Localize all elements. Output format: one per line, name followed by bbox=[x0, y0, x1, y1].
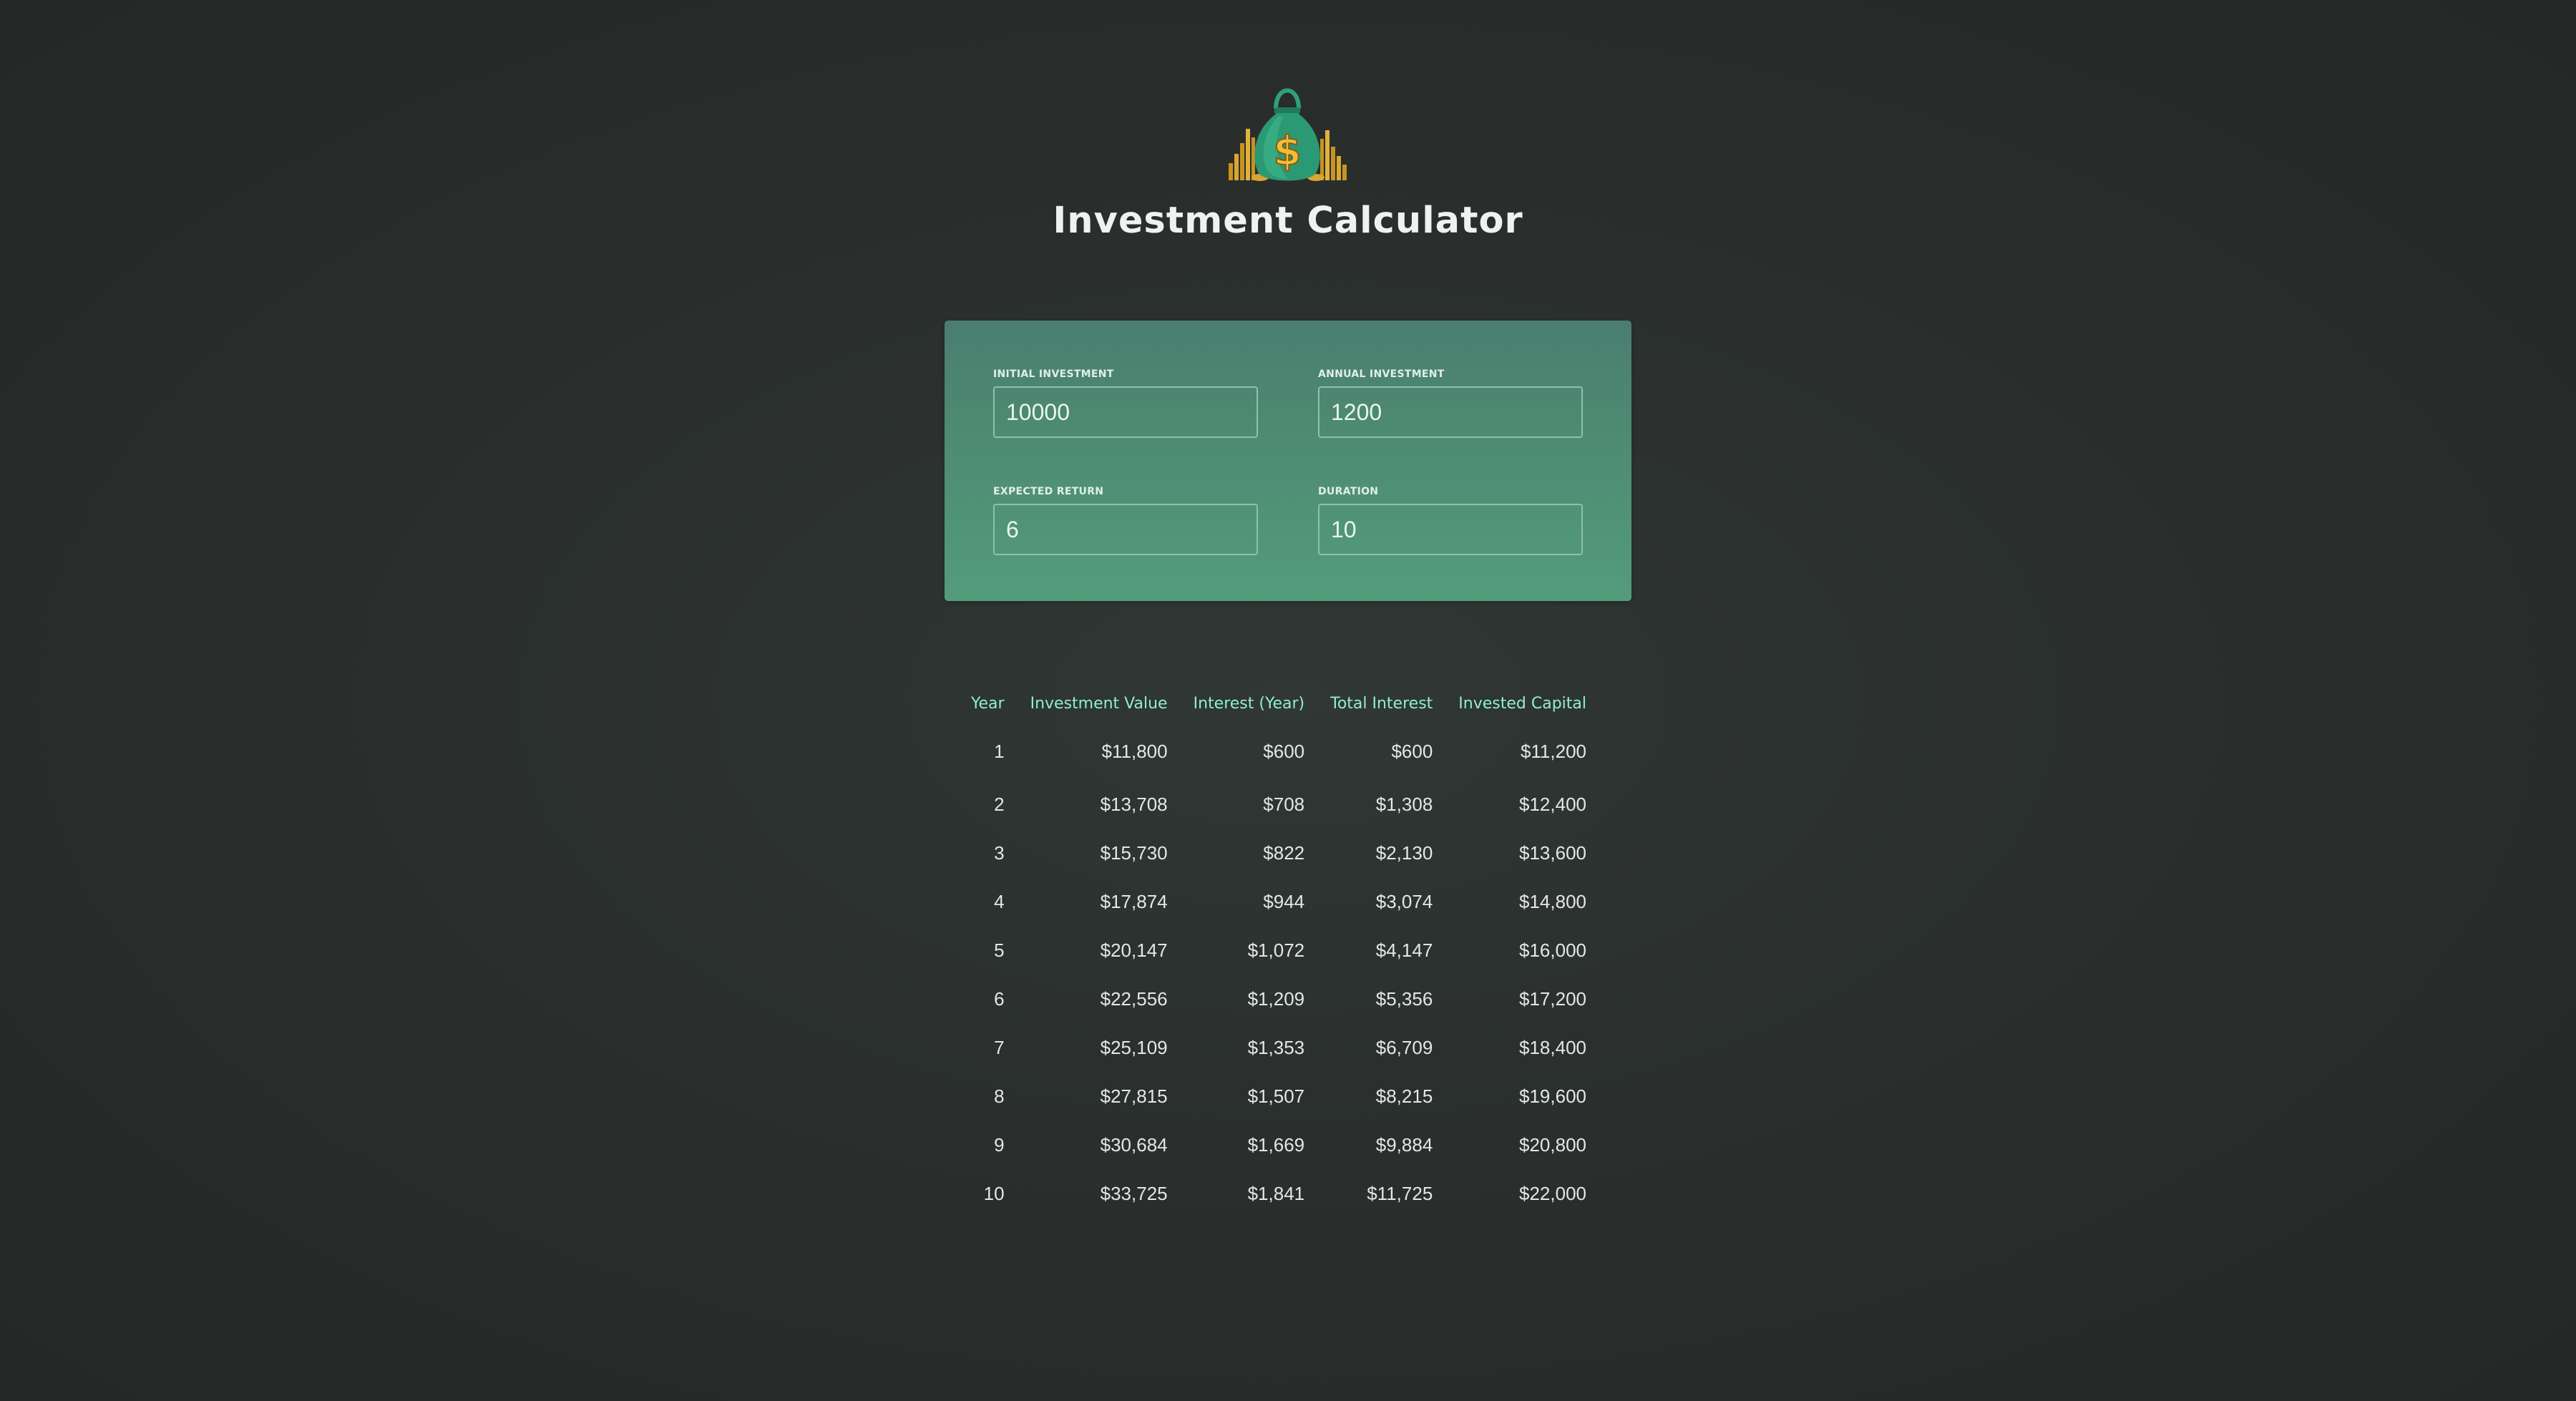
results-table: Year Investment Value Interest (Year) To… bbox=[971, 684, 1586, 1218]
year-cell: 9 bbox=[994, 1133, 1005, 1156]
invested-capital-cell: $19,600 bbox=[1519, 1085, 1586, 1107]
interest-year-cell: $600 bbox=[1263, 740, 1305, 762]
column-header-investment-value: Investment Value bbox=[1030, 694, 1168, 713]
table-row: 2 $13,708 $708 $1,308 $12,400 bbox=[971, 780, 1586, 829]
initial-investment-label: INITIAL INVESTMENT bbox=[993, 368, 1114, 380]
results-table-head: Year Investment Value Interest (Year) To… bbox=[971, 684, 1586, 723]
total-interest-cell: $11,725 bbox=[1367, 1182, 1433, 1204]
column-header-year: Year bbox=[971, 694, 1005, 713]
table-row: 9 $30,684 $1,669 $9,884 $20,800 bbox=[971, 1121, 1586, 1169]
table-row: 1 $11,800 $600 $600 $11,200 bbox=[971, 723, 1586, 780]
initial-investment-field: INITIAL INVESTMENT bbox=[993, 368, 1258, 438]
invested-capital-cell: $12,400 bbox=[1519, 793, 1586, 815]
invested-capital-cell: $20,800 bbox=[1519, 1133, 1586, 1156]
total-interest-cell: $5,356 bbox=[1375, 987, 1433, 1010]
svg-text:$: $ bbox=[1274, 128, 1302, 175]
year-cell: 1 bbox=[994, 740, 1005, 762]
annual-investment-label: ANNUAL INVESTMENT bbox=[1318, 368, 1445, 380]
investment-value-cell: $11,800 bbox=[1101, 740, 1168, 762]
investment-value-cell: $22,556 bbox=[1100, 987, 1168, 1010]
expected-return-field: EXPECTED RETURN bbox=[993, 485, 1258, 555]
interest-year-cell: $1,353 bbox=[1247, 1036, 1305, 1058]
annual-investment-input[interactable] bbox=[1318, 386, 1583, 438]
year-cell: 8 bbox=[994, 1085, 1005, 1107]
table-header-row: Year Investment Value Interest (Year) To… bbox=[971, 684, 1586, 723]
total-interest-cell: $9,884 bbox=[1375, 1133, 1433, 1156]
duration-input[interactable] bbox=[1318, 504, 1583, 555]
invested-capital-cell: $17,200 bbox=[1519, 987, 1586, 1010]
column-header-total-interest: Total Interest bbox=[1330, 694, 1433, 713]
invested-capital-cell: $14,800 bbox=[1519, 890, 1586, 912]
invested-capital-cell: $11,200 bbox=[1520, 740, 1586, 762]
table-row: 4 $17,874 $944 $3,074 $14,800 bbox=[971, 877, 1586, 926]
page-header: $ Investment Calculator bbox=[0, 0, 2576, 272]
total-interest-cell: $600 bbox=[1391, 740, 1433, 762]
invested-capital-cell: $18,400 bbox=[1519, 1036, 1586, 1058]
annual-investment-field: ANNUAL INVESTMENT bbox=[1318, 368, 1583, 438]
interest-year-cell: $1,841 bbox=[1247, 1182, 1305, 1204]
user-input-panel: INITIAL INVESTMENT ANNUAL INVESTMENT EXP… bbox=[945, 321, 1631, 601]
column-header-interest-year: Interest (Year) bbox=[1193, 694, 1305, 713]
investment-value-cell: $33,725 bbox=[1100, 1182, 1168, 1204]
initial-investment-input[interactable] bbox=[993, 386, 1258, 438]
interest-year-cell: $1,507 bbox=[1247, 1085, 1305, 1107]
investment-value-cell: $27,815 bbox=[1100, 1085, 1168, 1107]
expected-return-input[interactable] bbox=[993, 504, 1258, 555]
table-row: 6 $22,556 $1,209 $5,356 $17,200 bbox=[971, 975, 1586, 1023]
investment-value-cell: $20,147 bbox=[1100, 939, 1168, 961]
investment-value-cell: $15,730 bbox=[1100, 841, 1168, 864]
money-bag-icon: $ bbox=[1229, 88, 1347, 181]
invested-capital-cell: $16,000 bbox=[1519, 939, 1586, 961]
page-title: Investment Calculator bbox=[1053, 200, 1523, 242]
interest-year-cell: $822 bbox=[1263, 841, 1305, 864]
expected-return-label: EXPECTED RETURN bbox=[993, 486, 1104, 497]
interest-year-cell: $1,669 bbox=[1247, 1133, 1305, 1156]
column-header-invested-capital: Invested Capital bbox=[1458, 694, 1586, 713]
investment-value-cell: $30,684 bbox=[1100, 1133, 1168, 1156]
year-cell: 6 bbox=[994, 987, 1005, 1010]
investment-value-cell: $25,109 bbox=[1100, 1036, 1168, 1058]
duration-field: DURATION bbox=[1318, 485, 1583, 555]
table-row: 8 $27,815 $1,507 $8,215 $19,600 bbox=[971, 1072, 1586, 1121]
invested-capital-cell: $13,600 bbox=[1519, 841, 1586, 864]
total-interest-cell: $8,215 bbox=[1375, 1085, 1433, 1107]
total-interest-cell: $1,308 bbox=[1375, 793, 1433, 815]
interest-year-cell: $708 bbox=[1263, 793, 1305, 815]
year-cell: 7 bbox=[994, 1036, 1005, 1058]
invested-capital-cell: $22,000 bbox=[1519, 1182, 1586, 1204]
investment-value-cell: $13,708 bbox=[1100, 793, 1168, 815]
year-cell: 2 bbox=[994, 793, 1005, 815]
table-row: 5 $20,147 $1,072 $4,147 $16,000 bbox=[971, 926, 1586, 975]
year-cell: 3 bbox=[994, 841, 1005, 864]
total-interest-cell: $6,709 bbox=[1375, 1036, 1433, 1058]
year-cell: 4 bbox=[994, 890, 1005, 912]
table-row: 10 $33,725 $1,841 $11,725 $22,000 bbox=[971, 1169, 1586, 1218]
total-interest-cell: $4,147 bbox=[1375, 939, 1433, 961]
total-interest-cell: $3,074 bbox=[1375, 890, 1433, 912]
duration-label: DURATION bbox=[1318, 486, 1379, 497]
interest-year-cell: $1,072 bbox=[1247, 939, 1305, 961]
year-cell: 10 bbox=[983, 1182, 1005, 1204]
results-table-body: 1 $11,800 $600 $600 $11,200 2 $13,708 $708 $1,30… bbox=[971, 723, 1586, 1218]
interest-year-cell: $944 bbox=[1263, 890, 1305, 912]
interest-year-cell: $1,209 bbox=[1247, 987, 1305, 1010]
table-row: 7 $25,109 $1,353 $6,709 $18,400 bbox=[971, 1023, 1586, 1072]
year-cell: 5 bbox=[994, 939, 1005, 961]
investment-value-cell: $17,874 bbox=[1100, 890, 1168, 912]
table-row: 3 $15,730 $822 $2,130 $13,600 bbox=[971, 829, 1586, 877]
total-interest-cell: $2,130 bbox=[1375, 841, 1433, 864]
